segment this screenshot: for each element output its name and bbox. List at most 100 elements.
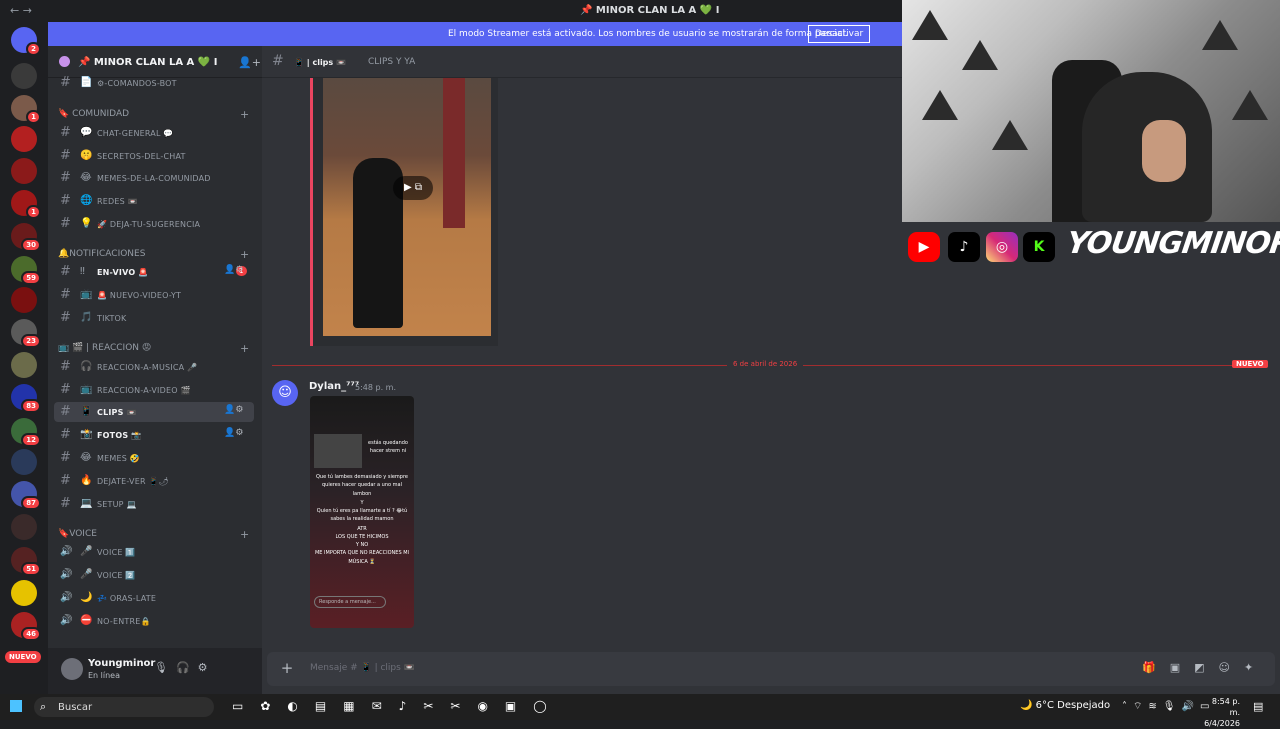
channel-item[interactable]: # 📸 fotos 📸 👤⚙: [54, 425, 254, 445]
server-icon-16[interactable]: 51: [11, 547, 41, 576]
gif-icon[interactable]: ▣: [1170, 661, 1194, 674]
channel-item[interactable]: # 😂 memes-de-la-comunidad: [54, 168, 254, 188]
volume-icon[interactable]: 🔊: [1182, 701, 1200, 712]
category-header[interactable]: 📺 🎬 | REACCION 😡 +: [58, 342, 249, 355]
mic-icon[interactable]: 🎙: [154, 661, 176, 674]
channel-item[interactable]: # 🔥 dejate-ver 📱🌶: [54, 471, 254, 491]
channel-emoji: ‼: [80, 266, 86, 277]
wifi-icon[interactable]: ≋: [1148, 701, 1162, 712]
composer-tools[interactable]: 🎁▣◩☺✦: [1142, 661, 1267, 674]
headphones-icon[interactable]: 🎧: [176, 661, 198, 674]
server-icon-13[interactable]: [11, 449, 37, 475]
channel-item[interactable]: 🔊 🎤 voice 2️⃣: [54, 565, 254, 585]
avatar[interactable]: [61, 658, 83, 680]
store-icon[interactable]: ▦: [343, 699, 371, 713]
copilot-icon[interactable]: ✿: [260, 699, 287, 713]
channel-settings-icon[interactable]: 👤⚙: [224, 405, 244, 415]
message-avatar[interactable]: ☺: [272, 380, 298, 406]
channel-item[interactable]: # 💡 🚀 deja-tu-sugerencia: [54, 214, 254, 234]
task-view-icon[interactable]: ▭: [232, 699, 260, 713]
sticker-icon[interactable]: ◩: [1194, 661, 1218, 674]
explorer-icon[interactable]: ▤: [315, 699, 343, 713]
category-header[interactable]: 🔖VOICE +: [58, 528, 249, 541]
taskbar-search[interactable]: ⌕ Buscar: [34, 697, 214, 717]
tiktok-app-icon[interactable]: ♪: [399, 699, 424, 713]
taskbar-apps[interactable]: ▭✿◐▤▦✉♪✂✂◉▣◯: [232, 699, 564, 713]
server-icon-14[interactable]: 87: [11, 481, 41, 510]
server-icon-15[interactable]: [11, 514, 37, 540]
windows-start-icon[interactable]: [10, 700, 22, 712]
server-icon-18[interactable]: 46: [11, 612, 41, 641]
server-icon-5[interactable]: 1: [11, 190, 41, 219]
system-tray[interactable]: ˄⌔≋🎙🔊▭: [1122, 700, 1215, 713]
notification-icon[interactable]: ▤: [1253, 700, 1263, 713]
server-icon-2[interactable]: 1: [11, 95, 41, 124]
channel-item[interactable]: # 🎧 reaccion-a-musica 🎤: [54, 357, 254, 377]
channel-item[interactable]: # 📄 ⚙-comandos-bot: [54, 73, 254, 93]
gift-icon[interactable]: 🎁: [1142, 661, 1170, 674]
disable-streamer-button[interactable]: Desactivar: [808, 25, 871, 43]
gear-icon[interactable]: ⚙: [198, 661, 216, 674]
category-header[interactable]: 🔔NOTIFICACIONES +: [58, 248, 249, 261]
server-icon-12[interactable]: 12: [11, 418, 41, 447]
server-icon-0[interactable]: 2: [11, 27, 41, 56]
play-icon[interactable]: ▶ ⧉: [393, 176, 433, 200]
video-attachment[interactable]: ▶ ⧉: [310, 78, 498, 346]
weather-widget[interactable]: 🌙 6°C Despejado: [1020, 700, 1110, 711]
server-icon-6[interactable]: 30: [11, 223, 41, 252]
chevron-up-icon[interactable]: ˄: [1122, 701, 1133, 712]
server-icon-4[interactable]: [11, 158, 37, 184]
channel-item[interactable]: # 😂 memes 🤣: [54, 448, 254, 468]
server-icon-9[interactable]: 23: [11, 319, 41, 348]
channel-emoji: 🎤: [80, 546, 93, 557]
new-servers-pill[interactable]: NUEVO: [5, 651, 41, 663]
channel-item[interactable]: # 💬 chat-general 💬: [54, 123, 254, 143]
edge-icon[interactable]: ◐: [287, 699, 314, 713]
server-icon-17[interactable]: [11, 580, 37, 606]
capcut2-icon[interactable]: ✂: [450, 699, 477, 713]
channel-item[interactable]: # ‼ en-vivo 🚨 1 👤⚙: [54, 262, 254, 282]
server-icon-7[interactable]: 59: [11, 256, 41, 285]
app-icon[interactable]: ▣: [505, 699, 533, 713]
category-header[interactable]: 🔖 COMUNIDAD +: [58, 108, 249, 121]
user-controls[interactable]: 🎙🎧⚙: [154, 661, 216, 674]
outlook-icon[interactable]: ✉: [372, 699, 399, 713]
message-input[interactable]: Mensaje # 📱 | clips 📼: [310, 663, 415, 673]
story-line: quieres hacer quedar a uno mal: [322, 482, 402, 488]
add-channel-icon[interactable]: +: [240, 342, 249, 355]
channel-item[interactable]: # 📺 reaccion-a-video 🎬: [54, 380, 254, 400]
channel-item[interactable]: 🔊 🌙 💤 oras-late: [54, 588, 254, 608]
message-author[interactable]: Dylan_⁷⁷⁷: [309, 381, 359, 392]
mic-tray-icon[interactable]: 🎙: [1163, 701, 1182, 712]
channel-item[interactable]: # 📺 🚨 nuevo-video-yt: [54, 285, 254, 305]
nav-arrows[interactable]: ← →: [10, 4, 32, 17]
discord-app-icon[interactable]: ◉: [477, 699, 504, 713]
channel-item[interactable]: 🔊 🎤 voice 1️⃣: [54, 542, 254, 562]
channel-item[interactable]: # 📱 clips 📼 👤⚙: [54, 402, 254, 422]
add-channel-icon[interactable]: +: [240, 248, 249, 261]
apps-icon[interactable]: ✦: [1244, 661, 1267, 674]
clock[interactable]: 8:54 p. m. 6/4/2026: [1204, 696, 1240, 729]
network-icon[interactable]: ⌔: [1133, 701, 1148, 712]
server-icon-8[interactable]: [11, 287, 37, 313]
capcut-icon[interactable]: ✂: [423, 699, 450, 713]
channel-settings-icon[interactable]: 👤⚙: [224, 265, 244, 275]
message-composer[interactable]: + Mensaje # 📱 | clips 📼 🎁▣◩☺✦: [267, 652, 1275, 686]
add-channel-icon[interactable]: +: [240, 108, 249, 121]
emoji-icon[interactable]: ☺: [1219, 661, 1244, 674]
add-attachment-button[interactable]: +: [278, 659, 296, 677]
channel-settings-icon[interactable]: 👤⚙: [224, 428, 244, 438]
server-icon-10[interactable]: [11, 352, 37, 378]
channel-item[interactable]: # 💻 setup 💻: [54, 494, 254, 514]
invite-icon[interactable]: 👤+: [238, 56, 261, 69]
server-icon-1[interactable]: [11, 63, 37, 89]
channel-item[interactable]: # 🌐 redes 📼: [54, 191, 254, 211]
app2-icon[interactable]: ◯: [533, 699, 563, 713]
channel-item[interactable]: # 🤫 secretos-del-chat: [54, 146, 254, 166]
channel-item[interactable]: # 🎵 tiktok: [54, 308, 254, 328]
channel-item[interactable]: 🔊 ⛔ no-entre🔒: [54, 611, 254, 631]
server-icon-11[interactable]: 83: [11, 384, 41, 413]
server-icon-3[interactable]: [11, 126, 37, 152]
image-attachment[interactable]: estás quedando hacer strem ni Que tú lambe…: [310, 396, 414, 628]
add-channel-icon[interactable]: +: [240, 528, 249, 541]
